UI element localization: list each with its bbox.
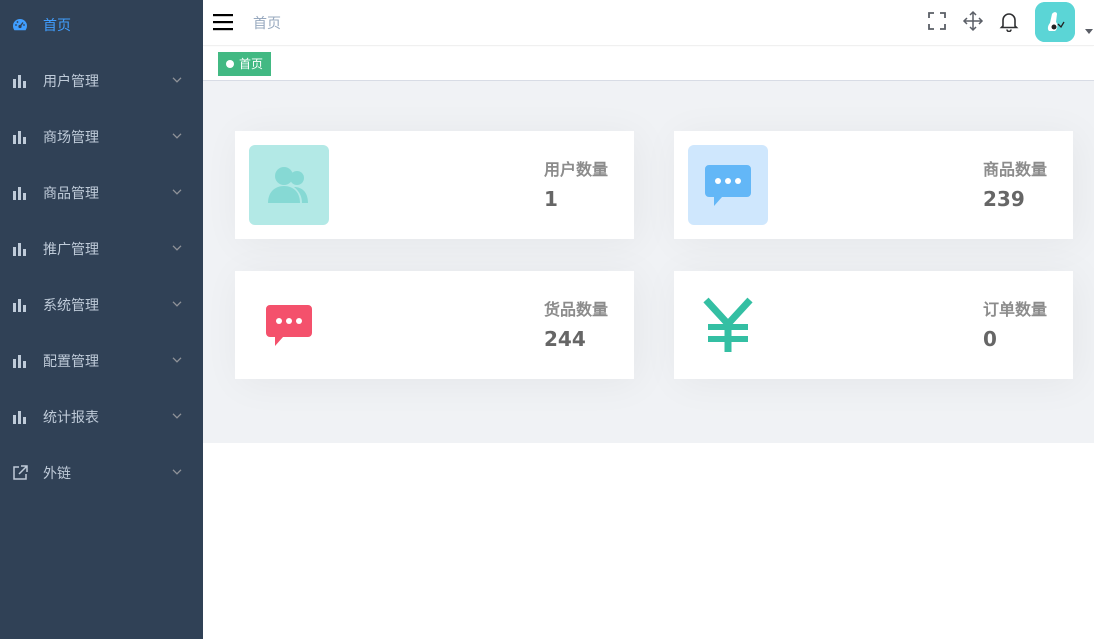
- sidebar-item-home[interactable]: 首页: [0, 0, 203, 53]
- bar-chart-icon: [13, 299, 26, 312]
- goods-count-card[interactable]: 商品数量 239: [674, 131, 1073, 239]
- active-dot-icon: [226, 60, 234, 68]
- sidebar-item-label: 商品管理: [43, 186, 99, 202]
- fullscreen-icon[interactable]: [926, 10, 948, 32]
- sidebar-item-label: 推广管理: [43, 242, 99, 258]
- bell-icon[interactable]: [998, 10, 1020, 32]
- bar-chart-icon: [13, 75, 26, 88]
- order-count-card[interactable]: 订单数量 0: [674, 271, 1073, 379]
- sidebar-item-promotion-management[interactable]: 推广管理: [0, 221, 203, 277]
- card-title: 用户数量: [543, 160, 608, 179]
- message-icon: [688, 145, 768, 225]
- bar-chart-icon: [13, 355, 26, 368]
- user-count-card[interactable]: 用户数量 1: [235, 131, 634, 239]
- bar-chart-icon: [13, 411, 26, 424]
- bar-chart-icon: [13, 243, 26, 256]
- product-count-card[interactable]: 货品数量 244: [235, 271, 634, 379]
- card-value: 0: [983, 327, 997, 351]
- dashboard-main: 用户数量 1 商品数量 239 货品数量 244 订单数量 0: [203, 81, 1094, 443]
- navbar: 首页: [203, 0, 1094, 46]
- dashboard-icon: [13, 19, 27, 31]
- chevron-down-icon: [172, 469, 182, 475]
- bar-chart-icon: [13, 131, 26, 144]
- sidebar-item-statistics-report[interactable]: 统计报表: [0, 389, 203, 445]
- tag-home[interactable]: 首页: [218, 52, 272, 76]
- sidebar-item-mall-management[interactable]: 商场管理: [0, 109, 203, 165]
- avatar[interactable]: [1035, 2, 1075, 42]
- message-icon: [249, 285, 329, 365]
- chevron-down-icon: [172, 133, 182, 139]
- sidebar-item-label: 配置管理: [43, 354, 99, 370]
- sidebar-item-user-management[interactable]: 用户管理: [0, 53, 203, 109]
- card-title: 货品数量: [543, 300, 608, 319]
- sidebar-item-label: 首页: [43, 18, 71, 34]
- sidebar-item-label: 统计报表: [43, 410, 99, 426]
- hamburger-menu-icon[interactable]: [213, 11, 235, 33]
- size-move-icon[interactable]: [962, 10, 984, 32]
- sidebar-item-config-management[interactable]: 配置管理: [0, 333, 203, 389]
- chevron-down-icon: [172, 413, 182, 419]
- caret-down-icon[interactable]: [1085, 29, 1093, 35]
- sidebar-item-external-link[interactable]: 外链: [0, 445, 203, 501]
- chevron-down-icon: [172, 301, 182, 307]
- sidebar-item-label: 系统管理: [43, 298, 99, 314]
- sidebar-item-label: 用户管理: [43, 74, 99, 90]
- bar-chart-icon: [13, 187, 26, 200]
- external-link-icon: [13, 465, 28, 480]
- tag-label: 首页: [239, 57, 264, 71]
- tags-view: 首页: [203, 47, 1094, 81]
- breadcrumb-item[interactable]: 首页: [253, 16, 281, 32]
- breadcrumb: 首页: [253, 13, 281, 33]
- card-value: 244: [544, 327, 586, 351]
- sidebar-item-label: 商场管理: [43, 130, 99, 146]
- sidebar-item-goods-management[interactable]: 商品管理: [0, 165, 203, 221]
- chevron-down-icon: [172, 189, 182, 195]
- avatar-image: [1035, 2, 1075, 42]
- sidebar-item-system-management[interactable]: 系统管理: [0, 277, 203, 333]
- chevron-down-icon: [172, 77, 182, 83]
- card-value: 1: [544, 187, 558, 211]
- chevron-down-icon: [172, 357, 182, 363]
- sidebar-item-label: 外链: [43, 466, 71, 482]
- sidebar: 首页 用户管理 商场管理 商品管理 推广管理 系统管理 配置管理 统计报表 外链: [0, 0, 203, 639]
- card-value: 239: [983, 187, 1025, 211]
- chevron-down-icon: [172, 245, 182, 251]
- card-title: 订单数量: [982, 300, 1047, 319]
- card-title: 商品数量: [982, 160, 1047, 179]
- yen-icon: [688, 285, 768, 365]
- users-icon: [249, 145, 329, 225]
